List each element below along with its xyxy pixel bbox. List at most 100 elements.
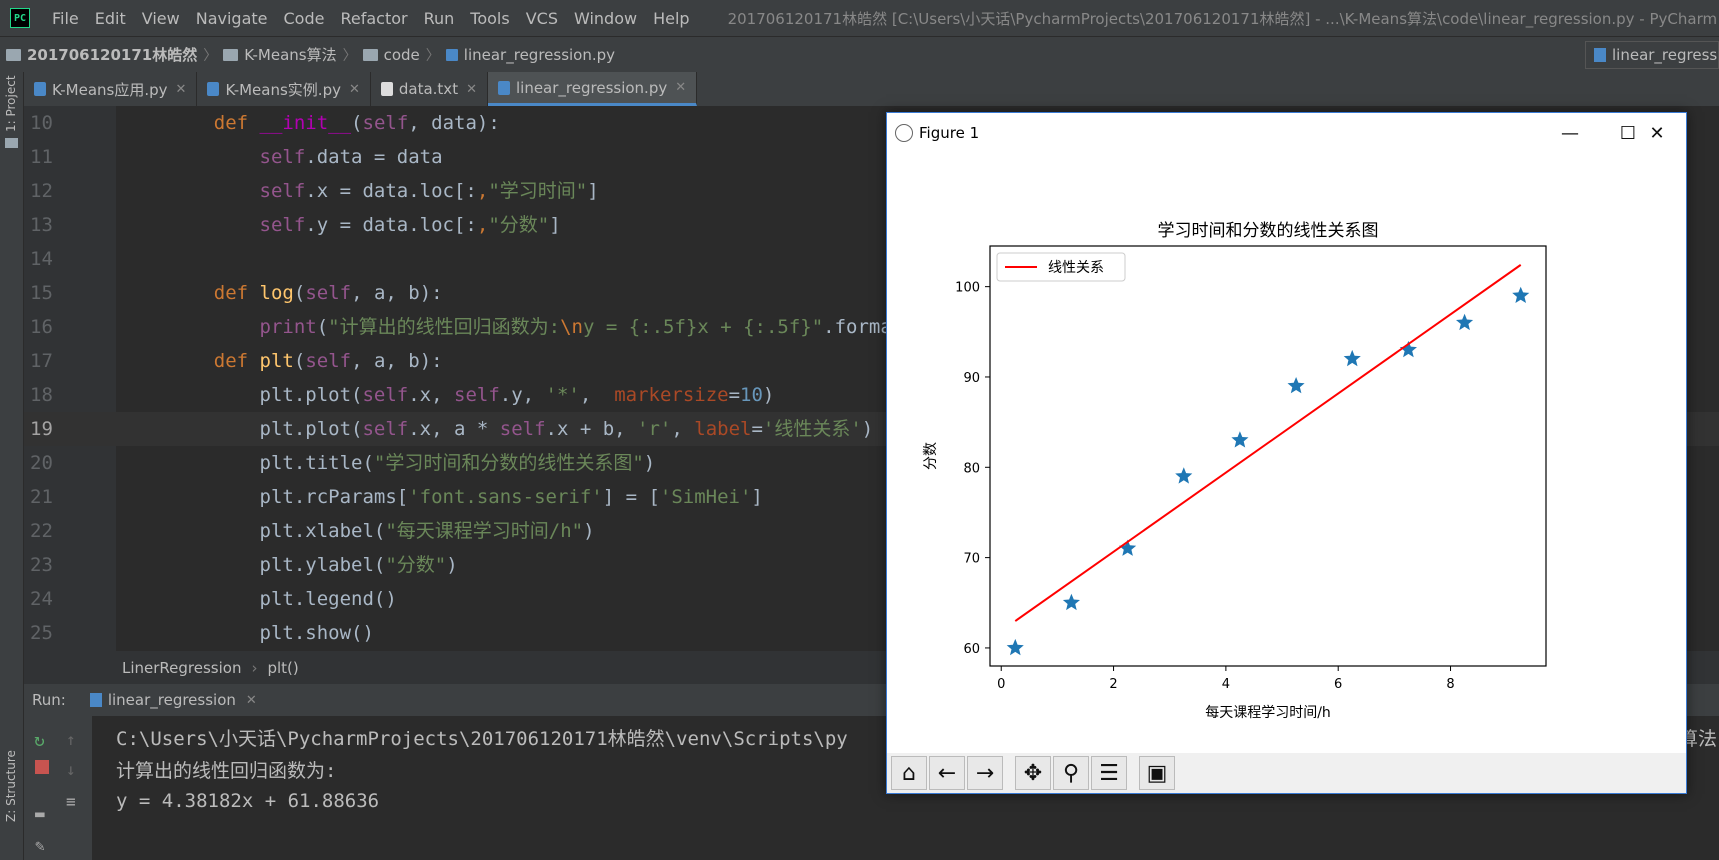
tab-kmeans-example[interactable]: K-Means实例.py ✕ bbox=[197, 72, 371, 106]
forward-arrow-icon[interactable]: → bbox=[967, 756, 1003, 790]
breadcrumb-separator: 〉 bbox=[425, 47, 440, 64]
code-text[interactable]: def plt(self, a, b): bbox=[168, 344, 443, 378]
code-text[interactable]: plt.rcParams['font.sans-serif'] = ['SimH… bbox=[168, 480, 763, 514]
python-file-icon bbox=[445, 48, 458, 61]
python-file-icon bbox=[89, 693, 102, 707]
back-arrow-icon[interactable]: ← bbox=[929, 756, 965, 790]
menu-edit[interactable]: Edit bbox=[87, 9, 134, 28]
menu-help[interactable]: Help bbox=[645, 9, 697, 28]
menu-file[interactable]: File bbox=[44, 9, 87, 28]
breadcrumb-method[interactable]: plt() bbox=[267, 659, 298, 677]
save-icon[interactable]: ▣ bbox=[1139, 756, 1175, 790]
close-icon[interactable]: ✕ bbox=[349, 82, 360, 97]
close-button[interactable]: ✕ bbox=[1628, 113, 1686, 153]
console-line: C:\Users\小天话\PycharmProjects\20170612017… bbox=[116, 728, 848, 750]
arrow-down-icon[interactable]: ↓ bbox=[66, 760, 76, 779]
code-text[interactable]: plt.legend() bbox=[168, 582, 397, 616]
python-file-icon bbox=[1594, 48, 1606, 62]
console-line: 计算出的线性回归函数为: bbox=[116, 760, 337, 782]
pan-icon[interactable]: ✥ bbox=[1015, 756, 1051, 790]
folder-icon bbox=[6, 48, 21, 61]
chart: 学习时间和分数的线性关系图每天课程学习时间/h 分数 0 2 4 6 8 60 70 80 90 10… bbox=[923, 221, 1547, 721]
home-icon[interactable]: ⌂ bbox=[891, 756, 927, 790]
tab-kmeans-app[interactable]: K-Means应用.py ✕ bbox=[24, 72, 198, 106]
pin-icon[interactable]: ✎ bbox=[35, 836, 45, 855]
line-number: 20 bbox=[30, 452, 53, 474]
y-tick-label: 70 bbox=[963, 552, 980, 567]
figure-window[interactable]: Figure 1 — ☐ ✕ 学习时间和分数的线性关系图 每天课程学习时间/h 分数… bbox=[886, 112, 1687, 794]
structure-tool-tab[interactable]: Z: Structure bbox=[4, 750, 18, 822]
menu-refactor[interactable]: Refactor bbox=[332, 9, 415, 28]
menu-tools[interactable]: Tools bbox=[462, 9, 517, 28]
close-icon[interactable]: ✕ bbox=[466, 82, 477, 97]
code-text[interactable]: plt.xlabel("每天课程学习时间/h") bbox=[168, 514, 595, 548]
menu-run[interactable]: Run bbox=[416, 9, 463, 28]
breadcrumb-separator: › bbox=[251, 658, 258, 677]
code-text[interactable]: plt.title("学习时间和分数的线性关系图") bbox=[168, 446, 656, 480]
arrow-up-icon[interactable]: ↑ bbox=[66, 730, 76, 749]
rerun-icon[interactable]: ↻ bbox=[34, 730, 45, 751]
close-icon[interactable]: ✕ bbox=[176, 82, 187, 97]
zoom-icon[interactable]: ⚲ bbox=[1053, 756, 1089, 790]
soft-wrap-icon[interactable]: ≡ bbox=[66, 792, 76, 811]
close-icon[interactable]: ✕ bbox=[675, 80, 686, 95]
code-text[interactable]: print("计算出的线性回归函数为:\ny = {:.5f}x + {:.5f… bbox=[168, 310, 904, 344]
layout-icon[interactable]: ▬ bbox=[35, 804, 45, 823]
line-number: 22 bbox=[30, 520, 53, 542]
menu-view[interactable]: View bbox=[134, 9, 188, 28]
minimize-button[interactable]: — bbox=[1541, 113, 1599, 153]
navigation-bar: 201706120171林皓然 〉 K-Means算法 〉 code 〉 lin… bbox=[0, 36, 1719, 72]
line-number: 12 bbox=[30, 180, 53, 202]
line-number: 24 bbox=[30, 588, 53, 610]
x-tick-label: 6 bbox=[1334, 677, 1342, 692]
line-number: 19 bbox=[30, 418, 53, 440]
breadcrumb-folder[interactable]: K-Means算法 bbox=[217, 44, 342, 65]
y-tick-label: 100 bbox=[955, 281, 980, 296]
menu-navigate[interactable]: Navigate bbox=[188, 9, 276, 28]
code-text[interactable]: plt.show() bbox=[168, 616, 374, 650]
stop-icon[interactable] bbox=[35, 760, 49, 774]
tab-data-txt[interactable]: data.txt ✕ bbox=[371, 72, 488, 106]
code-text[interactable]: self.y = data.loc[:,"分数"] bbox=[168, 208, 561, 242]
matplotlib-logo-icon bbox=[895, 124, 913, 142]
menu-window[interactable]: Window bbox=[566, 9, 645, 28]
code-text[interactable]: plt.ylabel("分数") bbox=[168, 548, 458, 582]
close-icon[interactable]: ✕ bbox=[246, 693, 257, 708]
configure-subplots-icon[interactable]: ☰ bbox=[1091, 756, 1127, 790]
line-number: 21 bbox=[30, 486, 53, 508]
menu-bar: PC File Edit View Navigate Code Refactor… bbox=[0, 0, 1719, 36]
tab-label: linear_regression.py bbox=[515, 78, 668, 97]
y-tick-label: 80 bbox=[963, 461, 980, 476]
line-number: 18 bbox=[30, 384, 53, 406]
run-label: Run: bbox=[32, 691, 66, 709]
folder-icon[interactable] bbox=[5, 138, 18, 148]
breadcrumb-project[interactable]: 201706120171林皓然 bbox=[0, 44, 203, 65]
project-tool-tab[interactable]: 1: Project bbox=[4, 75, 18, 132]
code-text[interactable]: self.x = data.loc[:,"学习时间"] bbox=[168, 174, 599, 208]
line-number: 11 bbox=[30, 146, 53, 168]
folder-icon bbox=[223, 48, 239, 61]
breadcrumb-separator: 〉 bbox=[203, 47, 218, 64]
tab-linear-regression[interactable]: linear_regression.py ✕ bbox=[487, 72, 698, 106]
menu-code[interactable]: Code bbox=[276, 9, 333, 28]
line-number: 13 bbox=[30, 214, 53, 236]
breadcrumb-label: linear_regression.py bbox=[463, 45, 616, 64]
y-tick-label: 90 bbox=[963, 371, 980, 386]
code-text[interactable]: plt.plot(self.x, a * self.x + b, 'r', la… bbox=[168, 412, 874, 446]
line-number: 17 bbox=[30, 350, 53, 372]
menu-vcs[interactable]: VCS bbox=[518, 9, 566, 28]
breadcrumb-file[interactable]: linear_regression.py bbox=[440, 46, 621, 64]
line-number: 25 bbox=[30, 622, 53, 644]
figure-titlebar[interactable]: Figure 1 — ☐ ✕ bbox=[887, 113, 1686, 153]
line-number: 10 bbox=[30, 112, 53, 134]
run-tab-label[interactable]: linear_regression bbox=[108, 691, 236, 709]
breadcrumb-class[interactable]: LinerRegression bbox=[122, 659, 241, 677]
breadcrumb-folder[interactable]: code bbox=[357, 46, 426, 64]
run-configuration-selector[interactable]: linear_regress bbox=[1585, 41, 1719, 69]
python-file-icon bbox=[34, 82, 46, 96]
code-text[interactable]: plt.plot(self.x, self.y, '*', markersize… bbox=[168, 378, 775, 412]
left-tool-strip: 1: Project Z: Structure bbox=[0, 72, 24, 860]
code-text[interactable]: def __init__(self, data): bbox=[168, 106, 500, 140]
code-text[interactable]: self.data = data bbox=[168, 140, 443, 174]
code-text[interactable]: def log(self, a, b): bbox=[168, 276, 443, 310]
